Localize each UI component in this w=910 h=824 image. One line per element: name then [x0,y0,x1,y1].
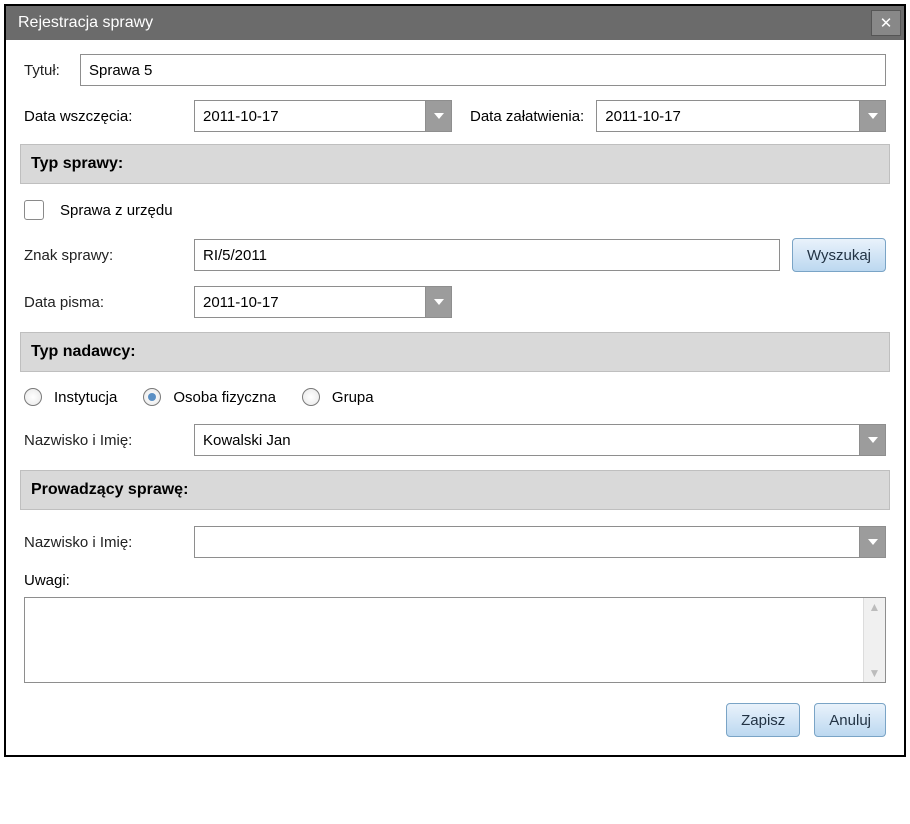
label-grupa[interactable]: Grupa [332,389,374,406]
sprawa-z-urzedu-checkbox[interactable] [24,200,44,220]
row-nadawca-nazwisko: Nazwisko i Imię: [24,424,886,456]
chevron-down-icon [868,539,878,545]
chevron-down-icon [434,113,444,119]
data-wszczecia-combo[interactable] [194,100,452,132]
row-typ-nadawcy-radios: Instytucja Osoba fizyczna Grupa [24,388,886,406]
label-data-pisma: Data pisma: [24,294,194,311]
close-button[interactable]: ✕ [871,10,901,36]
dialog-window: Rejestracja sprawy ✕ Tytuł: Data wszczęc… [4,4,906,757]
label-osoba-fizyczna[interactable]: Osoba fizyczna [173,389,276,406]
label-data-zalatwienia: Data załatwienia: [470,108,584,125]
uwagi-textarea[interactable] [25,598,863,682]
wyszukaj-button[interactable]: Wyszukaj [792,238,886,272]
data-wszczecia-dropdown-button[interactable] [425,101,451,131]
zapisz-button[interactable]: Zapisz [726,703,800,737]
section-header-typ-sprawy: Typ sprawy: [20,144,890,184]
label-nadawca-nazwisko: Nazwisko i Imię: [24,432,194,449]
uwagi-scrollbar[interactable]: ▲ ▼ [863,598,885,682]
nadawca-nazwisko-dropdown-button[interactable] [859,425,885,455]
label-data-wszczecia: Data wszczęcia: [24,108,194,125]
chevron-down-icon [434,299,444,305]
row-znak-sprawy: Znak sprawy: Wyszukaj [24,238,886,272]
chevron-down-icon [868,113,878,119]
chevron-down-icon [868,437,878,443]
row-tytul: Tytuł: [24,54,886,86]
label-uwagi: Uwagi: [24,572,70,589]
radio-instytucja[interactable] [24,388,42,406]
scroll-down-icon: ▼ [869,664,881,682]
prowadzacy-nazwisko-dropdown-button[interactable] [859,527,885,557]
label-prowadzacy-nazwisko: Nazwisko i Imię: [24,534,194,551]
row-prowadzacy-nazwisko: Nazwisko i Imię: [24,526,886,558]
row-data-pisma: Data pisma: [24,286,886,318]
nadawca-nazwisko-input[interactable] [195,425,859,455]
scroll-up-icon: ▲ [869,598,881,616]
prowadzacy-nazwisko-input[interactable] [195,527,859,557]
section-header-prowadzacy: Prowadzący sprawę: [20,470,890,510]
window-title: Rejestracja sprawy [18,14,153,32]
tytul-input[interactable] [80,54,886,86]
data-pisma-dropdown-button[interactable] [425,287,451,317]
label-sprawa-z-urzedu: Sprawa z urzędu [60,202,173,219]
row-daty: Data wszczęcia: Data załatwienia: [24,100,886,132]
label-tytul: Tytuł: [24,62,80,79]
titlebar: Rejestracja sprawy ✕ [6,6,904,40]
data-wszczecia-input[interactable] [195,101,425,131]
data-pisma-input[interactable] [195,287,425,317]
data-pisma-combo[interactable] [194,286,452,318]
dialog-footer: Zapisz Anuluj [24,703,886,737]
data-zalatwienia-dropdown-button[interactable] [859,101,885,131]
prowadzacy-nazwisko-combo[interactable] [194,526,886,558]
radio-grupa[interactable] [302,388,320,406]
label-znak-sprawy: Znak sprawy: [24,247,194,264]
row-sprawa-z-urzedu: Sprawa z urzędu [24,200,886,220]
label-instytucja[interactable]: Instytucja [54,389,117,406]
data-zalatwienia-combo[interactable] [596,100,886,132]
close-icon: ✕ [880,14,893,32]
nadawca-nazwisko-combo[interactable] [194,424,886,456]
section-header-typ-nadawcy: Typ nadawcy: [20,332,890,372]
dialog-body: Tytuł: Data wszczęcia: Data załatwienia: [6,40,904,755]
uwagi-textarea-wrap: ▲ ▼ [24,597,886,683]
znak-sprawy-input[interactable] [194,239,780,271]
radio-osoba-fizyczna[interactable] [143,388,161,406]
data-zalatwienia-input[interactable] [597,101,859,131]
anuluj-button[interactable]: Anuluj [814,703,886,737]
